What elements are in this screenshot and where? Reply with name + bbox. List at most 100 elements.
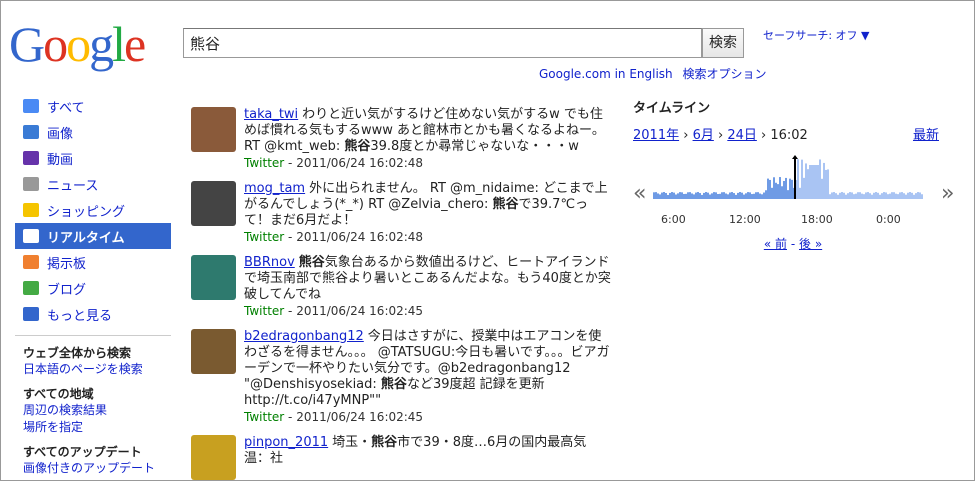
nav-label: 掲示板 <box>47 256 87 272</box>
section-link[interactable]: 周辺の検索結果 <box>23 402 171 419</box>
timeline-bar <box>897 194 899 199</box>
timeline-bar <box>773 177 775 199</box>
timeline-bar <box>915 193 917 199</box>
logo-letter: g <box>89 16 114 72</box>
timeline-bar <box>789 178 791 199</box>
timeline-bar <box>747 192 749 199</box>
timeline-bar <box>867 192 869 199</box>
nav-item-0[interactable]: すべて <box>15 93 171 119</box>
timeline-bar <box>761 194 763 199</box>
nav-item-4[interactable]: ショッピング <box>15 197 171 223</box>
section-link[interactable]: 日本語のページを検索 <box>23 361 171 378</box>
timeline-histogram[interactable] <box>633 151 943 221</box>
timeline-bar <box>767 178 769 199</box>
timeline-bar <box>815 165 817 199</box>
avatar[interactable] <box>191 181 236 226</box>
timeline-bar <box>841 192 843 199</box>
search-input[interactable]: 熊谷 <box>183 28 702 58</box>
username-link[interactable]: mog_tam <box>244 181 305 196</box>
avatar[interactable] <box>191 329 236 374</box>
section-heading: すべてのアップデート <box>23 445 142 459</box>
timeline-bar <box>701 194 703 199</box>
next-link[interactable]: 後 » <box>799 237 822 251</box>
month-link[interactable]: 6月 <box>693 128 714 143</box>
timeline-bar <box>799 187 801 199</box>
timeline-bar <box>733 193 735 199</box>
timeline-right-arrow[interactable]: » <box>941 181 954 206</box>
avatar[interactable] <box>191 255 236 300</box>
timeline-bar <box>907 192 909 199</box>
timeline-bar <box>855 193 857 199</box>
timeline-bar <box>777 184 779 199</box>
timeline-bar <box>709 194 711 199</box>
timeline-bar <box>665 193 667 199</box>
timeline-bar <box>875 192 877 199</box>
timeline-bar <box>881 193 883 199</box>
tag-icon <box>23 203 39 217</box>
latest-link[interactable]: 最新 <box>913 124 939 143</box>
nav-item-8[interactable]: もっと見る <box>15 301 171 327</box>
username-link[interactable]: pinpon_2011 <box>244 435 328 450</box>
username-link[interactable]: taka_twi <box>244 107 298 122</box>
timeline-bar <box>657 193 659 199</box>
camera-icon <box>23 125 39 139</box>
timeline-bar <box>661 192 663 199</box>
timeline-bar <box>769 179 771 199</box>
timeline-bar <box>899 192 901 199</box>
nav-item-7[interactable]: ブログ <box>15 275 171 301</box>
username-link[interactable]: BBRnov <box>244 255 295 270</box>
timeline-bar <box>713 192 715 199</box>
timeline-bar <box>689 192 691 199</box>
safesearch-dropdown[interactable]: セーフサーチ: オフ ▼ <box>763 27 870 43</box>
section-link[interactable]: 場所を指定 <box>23 419 171 436</box>
timeline-bar <box>853 194 855 199</box>
timeline-bar <box>671 192 673 199</box>
timeline-bar <box>741 192 743 199</box>
timeline-bar <box>757 192 759 199</box>
timeline-bar <box>803 177 805 199</box>
blog-icon <box>23 281 39 295</box>
avatar[interactable] <box>191 107 236 152</box>
google-logo[interactable]: Google <box>9 15 146 73</box>
search-options-link[interactable]: 検索オプション <box>683 67 767 81</box>
timeline-bar <box>759 193 761 199</box>
search-button[interactable]: 検索 <box>702 28 744 58</box>
timeline-bar <box>775 182 777 199</box>
timeline-bar <box>717 194 719 199</box>
timeline-chart[interactable]: « » 6:00 12:00 18:00 0:00 <box>633 151 954 231</box>
nav-label: ニュース <box>47 178 99 194</box>
timeline-bar <box>837 194 839 199</box>
logo-letter: o <box>43 16 68 72</box>
tick-label: 18:00 <box>801 213 833 226</box>
english-link[interactable]: Google.com in English <box>539 67 673 81</box>
timeline-bar <box>753 193 755 199</box>
result-item: BBRnov 熊谷気象台あるから数値出るけど、ヒートアイランドで埼玉南部で熊谷より… <box>191 255 611 319</box>
username-link[interactable]: b2edragonbang12 <box>244 329 364 344</box>
nav-item-3[interactable]: ニュース <box>15 171 171 197</box>
timeline-bar <box>763 192 765 199</box>
nav-item-6[interactable]: 掲示板 <box>15 249 171 275</box>
nav-item-5[interactable]: リアルタイム <box>15 223 171 249</box>
timeline-bar <box>715 192 717 199</box>
timeline-bar <box>861 193 863 199</box>
section-link[interactable]: 画像付きのアップデート <box>23 460 171 477</box>
nav-item-1[interactable]: 画像 <box>15 119 171 145</box>
timeline-breadcrumb: 2011年 › 6月 › 24日 › 16:02 最新 <box>633 124 939 143</box>
keyword: 熊谷 <box>344 139 371 154</box>
timeline-bar <box>721 192 723 199</box>
timeline-bar <box>679 192 681 199</box>
prev-link[interactable]: « 前 <box>764 237 787 251</box>
timeline-bar <box>863 194 865 199</box>
avatar[interactable] <box>191 435 236 480</box>
timeline-bar <box>879 194 881 199</box>
timeline-bar <box>809 165 811 199</box>
year-link[interactable]: 2011年 <box>633 128 679 143</box>
timeline-bar <box>919 192 921 199</box>
timeline-bar <box>791 179 793 199</box>
nav-item-2[interactable]: 動画 <box>15 145 171 171</box>
timeline-bar <box>693 194 695 199</box>
timeline-bar <box>829 194 831 199</box>
timeline-bar <box>887 194 889 199</box>
timeline-prev-next: « 前 - 後 » <box>633 235 953 252</box>
day-link[interactable]: 24日 <box>727 128 757 143</box>
